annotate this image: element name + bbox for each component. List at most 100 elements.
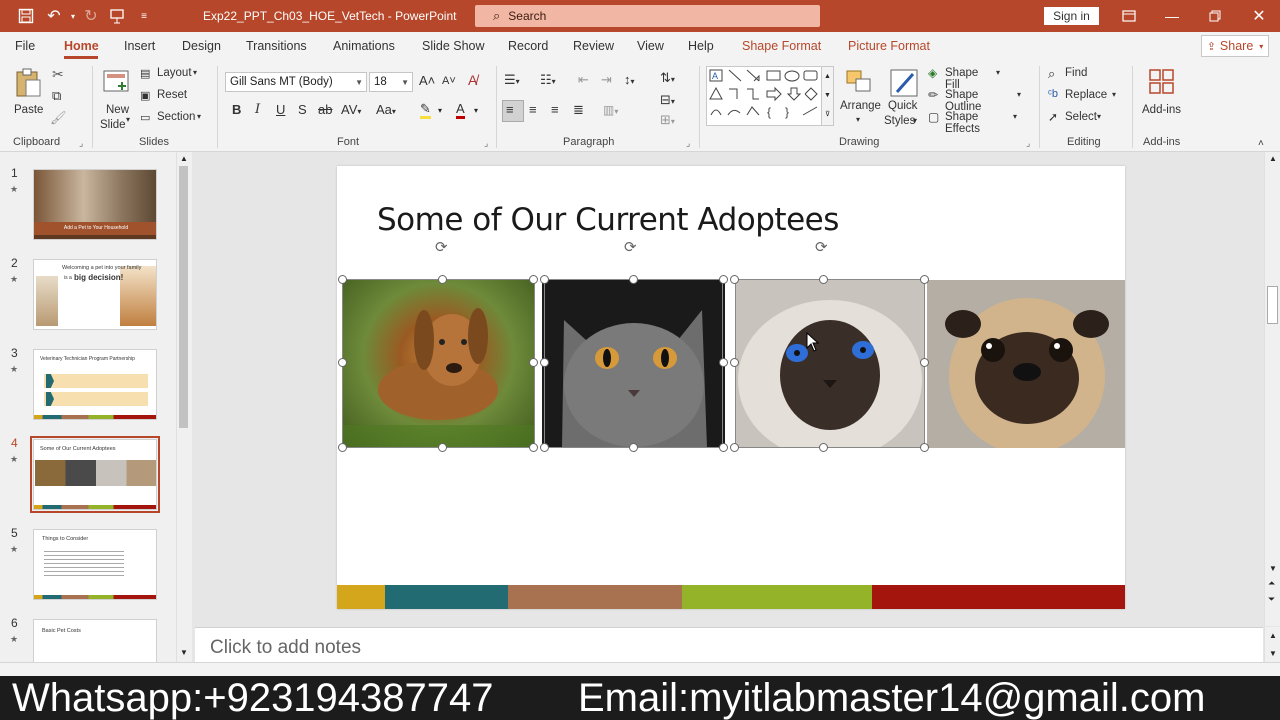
resize-handle[interactable] (730, 443, 739, 452)
resize-handle[interactable] (540, 443, 549, 452)
resize-handle[interactable] (920, 275, 929, 284)
slide-thumbnail-4[interactable]: Some of Our Current Adoptees (30, 436, 160, 513)
smartart-icon[interactable]: ⊞▾ (660, 112, 675, 128)
align-right-icon[interactable]: ≡ (551, 102, 559, 117)
tab-insert[interactable]: Insert (124, 39, 155, 53)
paragraph-launcher-icon[interactable]: ⌟ (686, 138, 690, 149)
chevron-down-icon[interactable]: ▾ (474, 106, 478, 115)
chevron-down-icon[interactable]: ▾ (438, 106, 442, 115)
tab-file[interactable]: File (15, 39, 35, 53)
resize-handle[interactable] (719, 358, 728, 367)
tab-picture-format[interactable]: Picture Format (848, 39, 930, 53)
sign-in-button[interactable]: Sign in (1044, 7, 1099, 25)
resize-handle[interactable] (730, 358, 739, 367)
tab-help[interactable]: Help (688, 39, 714, 53)
resize-handle[interactable] (719, 275, 728, 284)
scroll-thumb[interactable] (1267, 286, 1278, 324)
redo-icon[interactable]: ↻ (80, 0, 102, 32)
collapse-ribbon-icon[interactable]: ˄ (1258, 138, 1264, 149)
pug-photo[interactable] (927, 280, 1125, 448)
text-direction-icon[interactable]: ⇅▾ (660, 70, 675, 86)
font-launcher-icon[interactable]: ⌟ (484, 138, 488, 149)
drawing-launcher-icon[interactable]: ⌟ (1026, 138, 1030, 149)
previous-slide-icon[interactable]: ⏶ (1268, 578, 1275, 589)
resize-handle[interactable] (719, 443, 728, 452)
strikethrough-icon[interactable]: ab (318, 102, 332, 117)
ribbon-display-icon[interactable] (1118, 0, 1140, 32)
slide-thumbnail-1[interactable]: Add a Pet to Your Household (33, 169, 157, 240)
resize-handle[interactable] (730, 275, 739, 284)
close-icon[interactable]: ✕ (1248, 0, 1270, 32)
resize-handle[interactable] (540, 275, 549, 284)
tab-design[interactable]: Design (182, 39, 221, 53)
share-button[interactable]: ⇪ Share ▾ (1201, 35, 1269, 57)
tab-review[interactable]: Review (573, 39, 614, 53)
undo-dropdown-icon[interactable]: ▾ (66, 0, 80, 32)
tab-home[interactable]: Home (64, 39, 99, 53)
slide[interactable]: Some of Our Current Adoptees ⟳ ⟳ ⟳ (337, 166, 1125, 609)
resize-handle[interactable] (338, 275, 347, 284)
minimize-icon[interactable]: — (1160, 0, 1184, 32)
notes-scrollbar[interactable]: ▲ ▼ (1264, 627, 1280, 662)
decrease-font-size-icon[interactable]: A˅ (442, 75, 456, 87)
resize-handle[interactable] (629, 443, 638, 452)
font-size-dropdown[interactable]: 18 ▼ (369, 72, 413, 92)
scroll-up-icon[interactable]: ▲ (180, 154, 188, 163)
resize-handle[interactable] (920, 443, 929, 452)
bold-icon[interactable]: B (232, 102, 241, 117)
resize-handle[interactable] (629, 275, 638, 284)
resize-handle[interactable] (819, 443, 828, 452)
resize-handle[interactable] (529, 358, 538, 367)
slide-thumbnail-2[interactable]: Welcoming a pet into your family is a bi… (33, 259, 157, 330)
slide-thumbnail-6[interactable]: Basic Pet Costs (33, 619, 157, 662)
scroll-down-icon[interactable]: ▼ (180, 648, 188, 657)
line-spacing-icon[interactable]: ↕▾ (624, 72, 635, 87)
scroll-thumb[interactable] (179, 166, 188, 428)
resize-handle[interactable] (529, 275, 538, 284)
increase-indent-icon[interactable]: ⇥ (601, 72, 612, 88)
justify-icon[interactable]: ≣ (573, 102, 584, 118)
highlight-icon[interactable]: ✎ (420, 102, 431, 119)
cut-icon[interactable]: ✂ (52, 66, 64, 83)
scroll-up-icon[interactable]: ▲ (1269, 631, 1277, 640)
notes-pane[interactable]: Click to add notes (195, 627, 1263, 662)
resize-handle[interactable] (438, 275, 447, 284)
slide-thumbnail-5[interactable]: Things to Consider (33, 529, 157, 600)
tab-shape-format[interactable]: Shape Format (742, 39, 821, 53)
shapes-gallery[interactable]: A {} (706, 66, 834, 126)
text-shadow-icon[interactable]: S (298, 102, 307, 117)
font-color-icon[interactable]: A (456, 102, 465, 119)
character-spacing-icon[interactable]: AV▾ (341, 102, 361, 117)
rotate-handle-icon[interactable]: ⟳ (624, 238, 637, 256)
resize-handle[interactable] (529, 443, 538, 452)
align-center-icon[interactable]: ≡ (529, 102, 537, 117)
change-case-icon[interactable]: Aa▾ (376, 102, 396, 117)
tab-transitions[interactable]: Transitions (246, 39, 307, 53)
decrease-indent-icon[interactable]: ⇤ (578, 72, 589, 88)
shapes-gallery-scroll[interactable]: ▲ ▼ ⊽ (821, 66, 834, 126)
slide-thumbnail-3[interactable]: Veterinary Technician Program Partnershi… (33, 349, 157, 420)
align-text-icon[interactable]: ⊟▾ (660, 92, 675, 108)
resize-handle[interactable] (338, 443, 347, 452)
paste-button[interactable]: Paste (10, 66, 46, 126)
clear-formatting-icon[interactable]: A̸ (468, 72, 477, 88)
increase-font-size-icon[interactable]: A˄ (419, 73, 435, 88)
numbering-icon[interactable]: ☷▾ (540, 72, 556, 88)
scroll-down-icon[interactable]: ▼ (1269, 649, 1277, 658)
font-family-dropdown[interactable]: Gill Sans MT (Body) ▼ (225, 72, 367, 92)
bullets-icon[interactable]: ☰▾ (504, 72, 520, 88)
scroll-up-icon[interactable]: ▲ (1269, 154, 1277, 163)
resize-handle[interactable] (540, 358, 549, 367)
format-painter-icon[interactable]: 🖌 (50, 110, 67, 126)
resize-handle[interactable] (920, 358, 929, 367)
scroll-down-icon[interactable]: ▼ (1269, 564, 1277, 573)
slide-title[interactable]: Some of Our Current Adoptees (377, 202, 839, 238)
presenter-icon[interactable] (106, 0, 128, 32)
add-ins-button[interactable]: Add-ins (1140, 66, 1184, 126)
customize-toolbar-icon[interactable]: ≡ (136, 0, 152, 32)
slide-scrollbar[interactable]: ▲ ▼ ⏶ ⏷ (1264, 152, 1280, 626)
resize-handle[interactable] (819, 275, 828, 284)
tab-view[interactable]: View (637, 39, 664, 53)
italic-icon[interactable]: I (255, 102, 260, 117)
quick-styles-button[interactable]: Quick Styles ▾ (884, 66, 924, 130)
